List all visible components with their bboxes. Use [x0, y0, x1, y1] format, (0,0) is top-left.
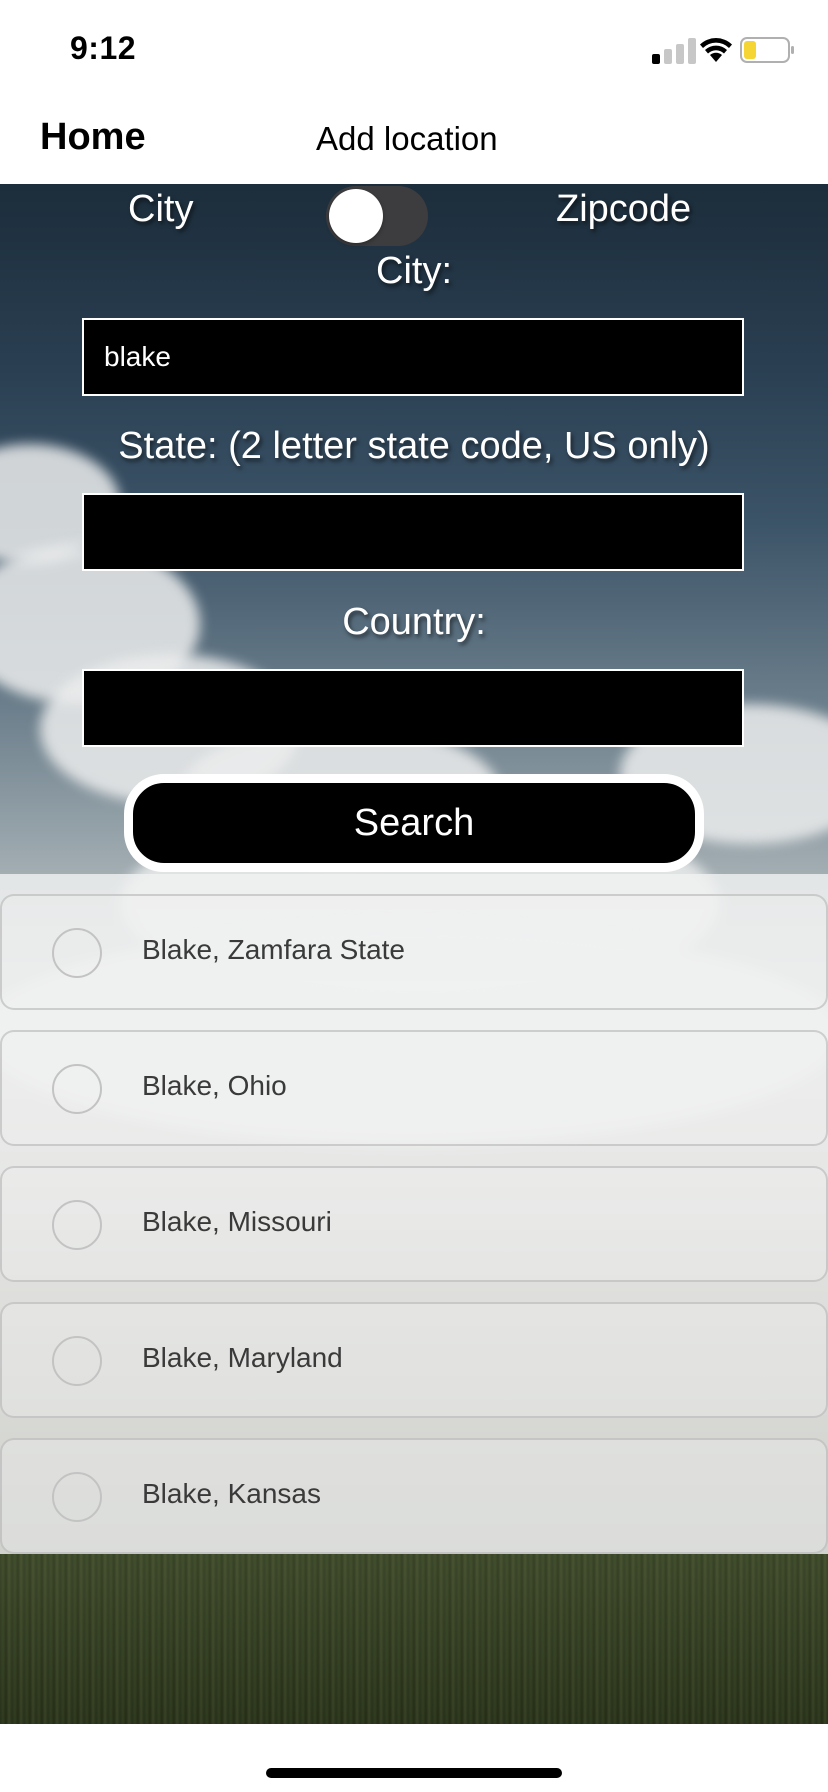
result-label: Blake, Zamfara State: [142, 934, 406, 965]
radio-button[interactable]: [52, 928, 102, 978]
radio-button[interactable]: [52, 1472, 102, 1522]
city-label: City:: [376, 250, 452, 292]
add-location-tab[interactable]: Add location: [316, 120, 498, 158]
result-label: Blake, Missouri: [142, 1206, 332, 1237]
city-zipcode-toggle[interactable]: [326, 186, 428, 246]
result-item[interactable]: Blake, Ohio: [0, 1030, 828, 1146]
status-time: 9:12: [70, 30, 137, 66]
battery-icon: [740, 37, 794, 63]
home-indicator[interactable]: [266, 1768, 562, 1778]
search-button[interactable]: Search: [124, 774, 704, 872]
wifi-icon: [700, 38, 732, 62]
results-list: Blake, Zamfara State Blake, Ohio Blake, …: [0, 874, 828, 1554]
radio-button[interactable]: [52, 1336, 102, 1386]
country-label: Country:: [342, 601, 486, 643]
toggle-knob: [329, 189, 383, 243]
city-option-label: City: [128, 188, 194, 230]
state-input[interactable]: [82, 493, 744, 571]
zipcode-option-label: Zipcode: [556, 188, 692, 230]
state-label: State: (2 letter state code, US only): [118, 425, 710, 467]
result-label: Blake, Ohio: [142, 1070, 287, 1101]
country-input[interactable]: [82, 669, 744, 747]
bottom-safe-area: [0, 1724, 828, 1792]
radio-button[interactable]: [52, 1064, 102, 1114]
navigation-bar: Home Add location: [0, 96, 828, 184]
result-item[interactable]: Blake, Zamfara State: [0, 894, 828, 1010]
result-item[interactable]: Blake, Missouri: [0, 1166, 828, 1282]
add-location-screen: 9:12 Home Add location City Zipcode City…: [0, 0, 828, 1792]
result-item[interactable]: Blake, Kansas: [0, 1438, 828, 1554]
home-tab[interactable]: Home: [40, 116, 146, 159]
result-label: Blake, Maryland: [142, 1342, 343, 1373]
result-item[interactable]: Blake, Maryland: [0, 1302, 828, 1418]
signal-icon: [652, 38, 696, 64]
result-label: Blake, Kansas: [142, 1478, 321, 1509]
city-input[interactable]: [82, 318, 744, 396]
radio-button[interactable]: [52, 1200, 102, 1250]
status-bar: 9:12: [0, 0, 828, 96]
